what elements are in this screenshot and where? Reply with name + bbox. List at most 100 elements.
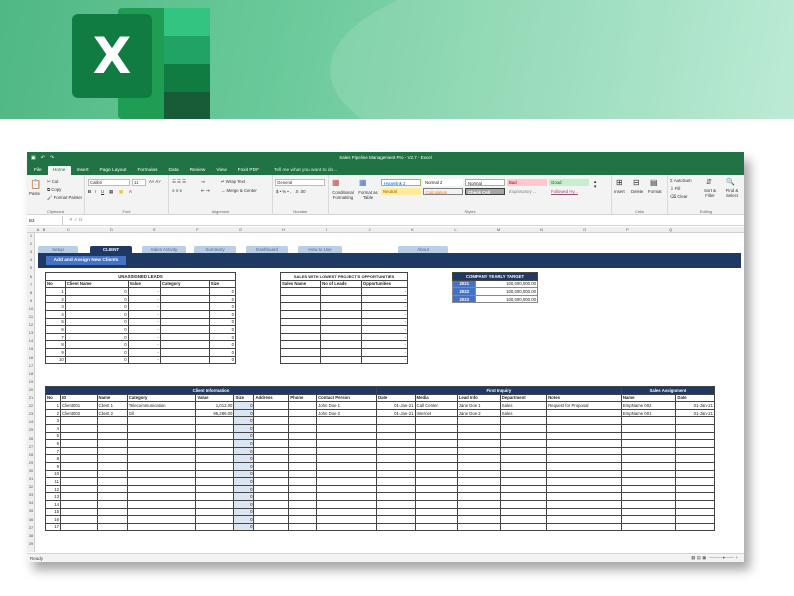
row-header-23[interactable]: 23 bbox=[27, 411, 35, 416]
table-cell[interactable] bbox=[159, 355, 210, 365]
row-header-20[interactable]: 20 bbox=[27, 387, 35, 392]
table-cell[interactable] bbox=[126, 461, 197, 471]
borders-icon[interactable]: ▦ bbox=[109, 189, 113, 195]
table-cell[interactable] bbox=[675, 484, 715, 494]
sort-filter-button[interactable]: Sort & Filter bbox=[700, 188, 720, 198]
table-cell[interactable] bbox=[96, 469, 128, 479]
row-header-11[interactable]: 11 bbox=[27, 314, 35, 319]
table-cell[interactable] bbox=[320, 302, 362, 311]
target-value[interactable]: 100,000,000.00 bbox=[475, 294, 538, 304]
table-cell[interactable] bbox=[316, 499, 377, 509]
table-cell[interactable] bbox=[546, 484, 622, 494]
table-cell[interactable]: Request for Proposal bbox=[546, 401, 622, 410]
table-cell[interactable]: 0 bbox=[233, 515, 255, 524]
style-normal-2[interactable]: Normal 2 bbox=[423, 179, 463, 186]
table-cell[interactable] bbox=[253, 401, 290, 410]
table-cell[interactable] bbox=[316, 416, 377, 425]
row-header-10[interactable]: 10 bbox=[27, 306, 35, 311]
row-header-19[interactable]: 19 bbox=[27, 379, 35, 384]
table-cell[interactable] bbox=[456, 461, 501, 471]
row-header-4[interactable]: 4 bbox=[27, 257, 35, 262]
table-cell[interactable] bbox=[253, 454, 290, 463]
table-cell[interactable]: 0 bbox=[233, 499, 255, 509]
table-cell[interactable] bbox=[195, 507, 235, 517]
table-cell[interactable]: Jane Doe 2 bbox=[456, 408, 501, 418]
table-cell[interactable] bbox=[620, 484, 677, 494]
table-cell[interactable] bbox=[320, 294, 362, 304]
table-cell[interactable] bbox=[126, 507, 197, 517]
table-cell[interactable] bbox=[620, 499, 677, 509]
table-cell[interactable]: John Doe 2 bbox=[316, 408, 377, 418]
row-header-33[interactable]: 33 bbox=[27, 492, 35, 497]
table-cell[interactable] bbox=[195, 484, 235, 494]
underline-button[interactable]: U bbox=[101, 189, 104, 194]
table-cell[interactable] bbox=[546, 439, 622, 448]
table-cell[interactable] bbox=[375, 484, 416, 494]
row-header-15[interactable]: 15 bbox=[27, 346, 35, 351]
table-cell[interactable] bbox=[126, 439, 197, 448]
target-value[interactable]: 100,000,000.00 bbox=[475, 279, 538, 289]
table-cell[interactable]: - bbox=[127, 317, 161, 327]
row-header-2[interactable]: 2 bbox=[27, 241, 35, 246]
table-cell[interactable] bbox=[414, 423, 458, 433]
table-cell[interactable]: Client 2 bbox=[96, 408, 128, 418]
table-cell[interactable] bbox=[60, 461, 98, 471]
table-cell[interactable] bbox=[279, 309, 322, 319]
table-cell[interactable]: Telecommunication bbox=[126, 401, 197, 410]
table-cell[interactable] bbox=[499, 439, 548, 448]
table-cell[interactable] bbox=[499, 423, 548, 433]
table-cell[interactable] bbox=[620, 515, 677, 524]
table-cell[interactable] bbox=[60, 507, 98, 517]
table-cell[interactable] bbox=[546, 423, 622, 433]
table-cell[interactable] bbox=[316, 477, 377, 486]
row-header-22[interactable]: 22 bbox=[27, 403, 35, 408]
table-cell[interactable] bbox=[675, 469, 715, 479]
table-cell[interactable] bbox=[288, 446, 318, 456]
table-cell[interactable]: 0 bbox=[233, 416, 255, 425]
styles-scroll-icon[interactable]: ▲ ▼ bbox=[593, 179, 597, 189]
table-cell[interactable]: 4 bbox=[44, 423, 62, 433]
table-cell[interactable] bbox=[316, 431, 377, 441]
table-cell[interactable]: 0 bbox=[233, 446, 255, 456]
row-header-6[interactable]: 6 bbox=[27, 274, 35, 279]
ribbon-tab-data[interactable]: Data bbox=[163, 166, 183, 175]
table-cell[interactable] bbox=[414, 431, 458, 441]
table-cell[interactable]: 7 bbox=[45, 332, 66, 342]
style-check-cell[interactable]: Check Cell bbox=[465, 188, 505, 195]
table-cell[interactable] bbox=[320, 332, 362, 342]
table-cell[interactable] bbox=[499, 484, 548, 494]
copy-button[interactable]: ⧉ Copy bbox=[47, 187, 61, 192]
table-cell[interactable] bbox=[546, 416, 622, 425]
table-cell[interactable]: 9 bbox=[44, 461, 62, 471]
table-cell[interactable]: 0 bbox=[64, 309, 129, 319]
row-header-17[interactable]: 17 bbox=[27, 363, 35, 368]
table-cell[interactable] bbox=[316, 469, 377, 479]
table-cell[interactable] bbox=[96, 522, 128, 532]
grow-font-icon[interactable]: A˄ A˅ bbox=[149, 179, 161, 184]
table-cell[interactable] bbox=[499, 446, 548, 456]
table-cell[interactable] bbox=[288, 416, 318, 425]
row-header-35[interactable]: 35 bbox=[27, 508, 35, 513]
row-header-29[interactable]: 29 bbox=[27, 460, 35, 465]
table-cell[interactable]: 01-Jan-21 bbox=[375, 401, 416, 410]
table-cell[interactable]: 6 bbox=[44, 439, 62, 448]
row-header-12[interactable]: 12 bbox=[27, 322, 35, 327]
table-cell[interactable]: 0 bbox=[233, 507, 255, 517]
table-cell[interactable]: 0 bbox=[233, 492, 255, 501]
table-cell[interactable] bbox=[546, 499, 622, 509]
row-header-5[interactable]: 5 bbox=[27, 265, 35, 270]
table-cell[interactable]: 0 bbox=[233, 484, 255, 494]
row-header-3[interactable]: 3 bbox=[27, 249, 35, 254]
table-cell[interactable]: 0 bbox=[64, 302, 129, 311]
style-calculation[interactable]: Calculation bbox=[423, 188, 463, 195]
table-cell[interactable]: 2 bbox=[44, 408, 62, 418]
format-as-table-button[interactable]: Format as Table bbox=[357, 190, 379, 200]
table-cell[interactable] bbox=[288, 461, 318, 471]
table-cell[interactable] bbox=[675, 515, 715, 524]
table-cell[interactable] bbox=[620, 507, 677, 517]
table-cell[interactable] bbox=[675, 454, 715, 463]
table-cell[interactable] bbox=[499, 469, 548, 479]
row-header-13[interactable]: 13 bbox=[27, 330, 35, 335]
table-cell[interactable] bbox=[288, 477, 318, 486]
table-cell[interactable] bbox=[320, 309, 362, 319]
